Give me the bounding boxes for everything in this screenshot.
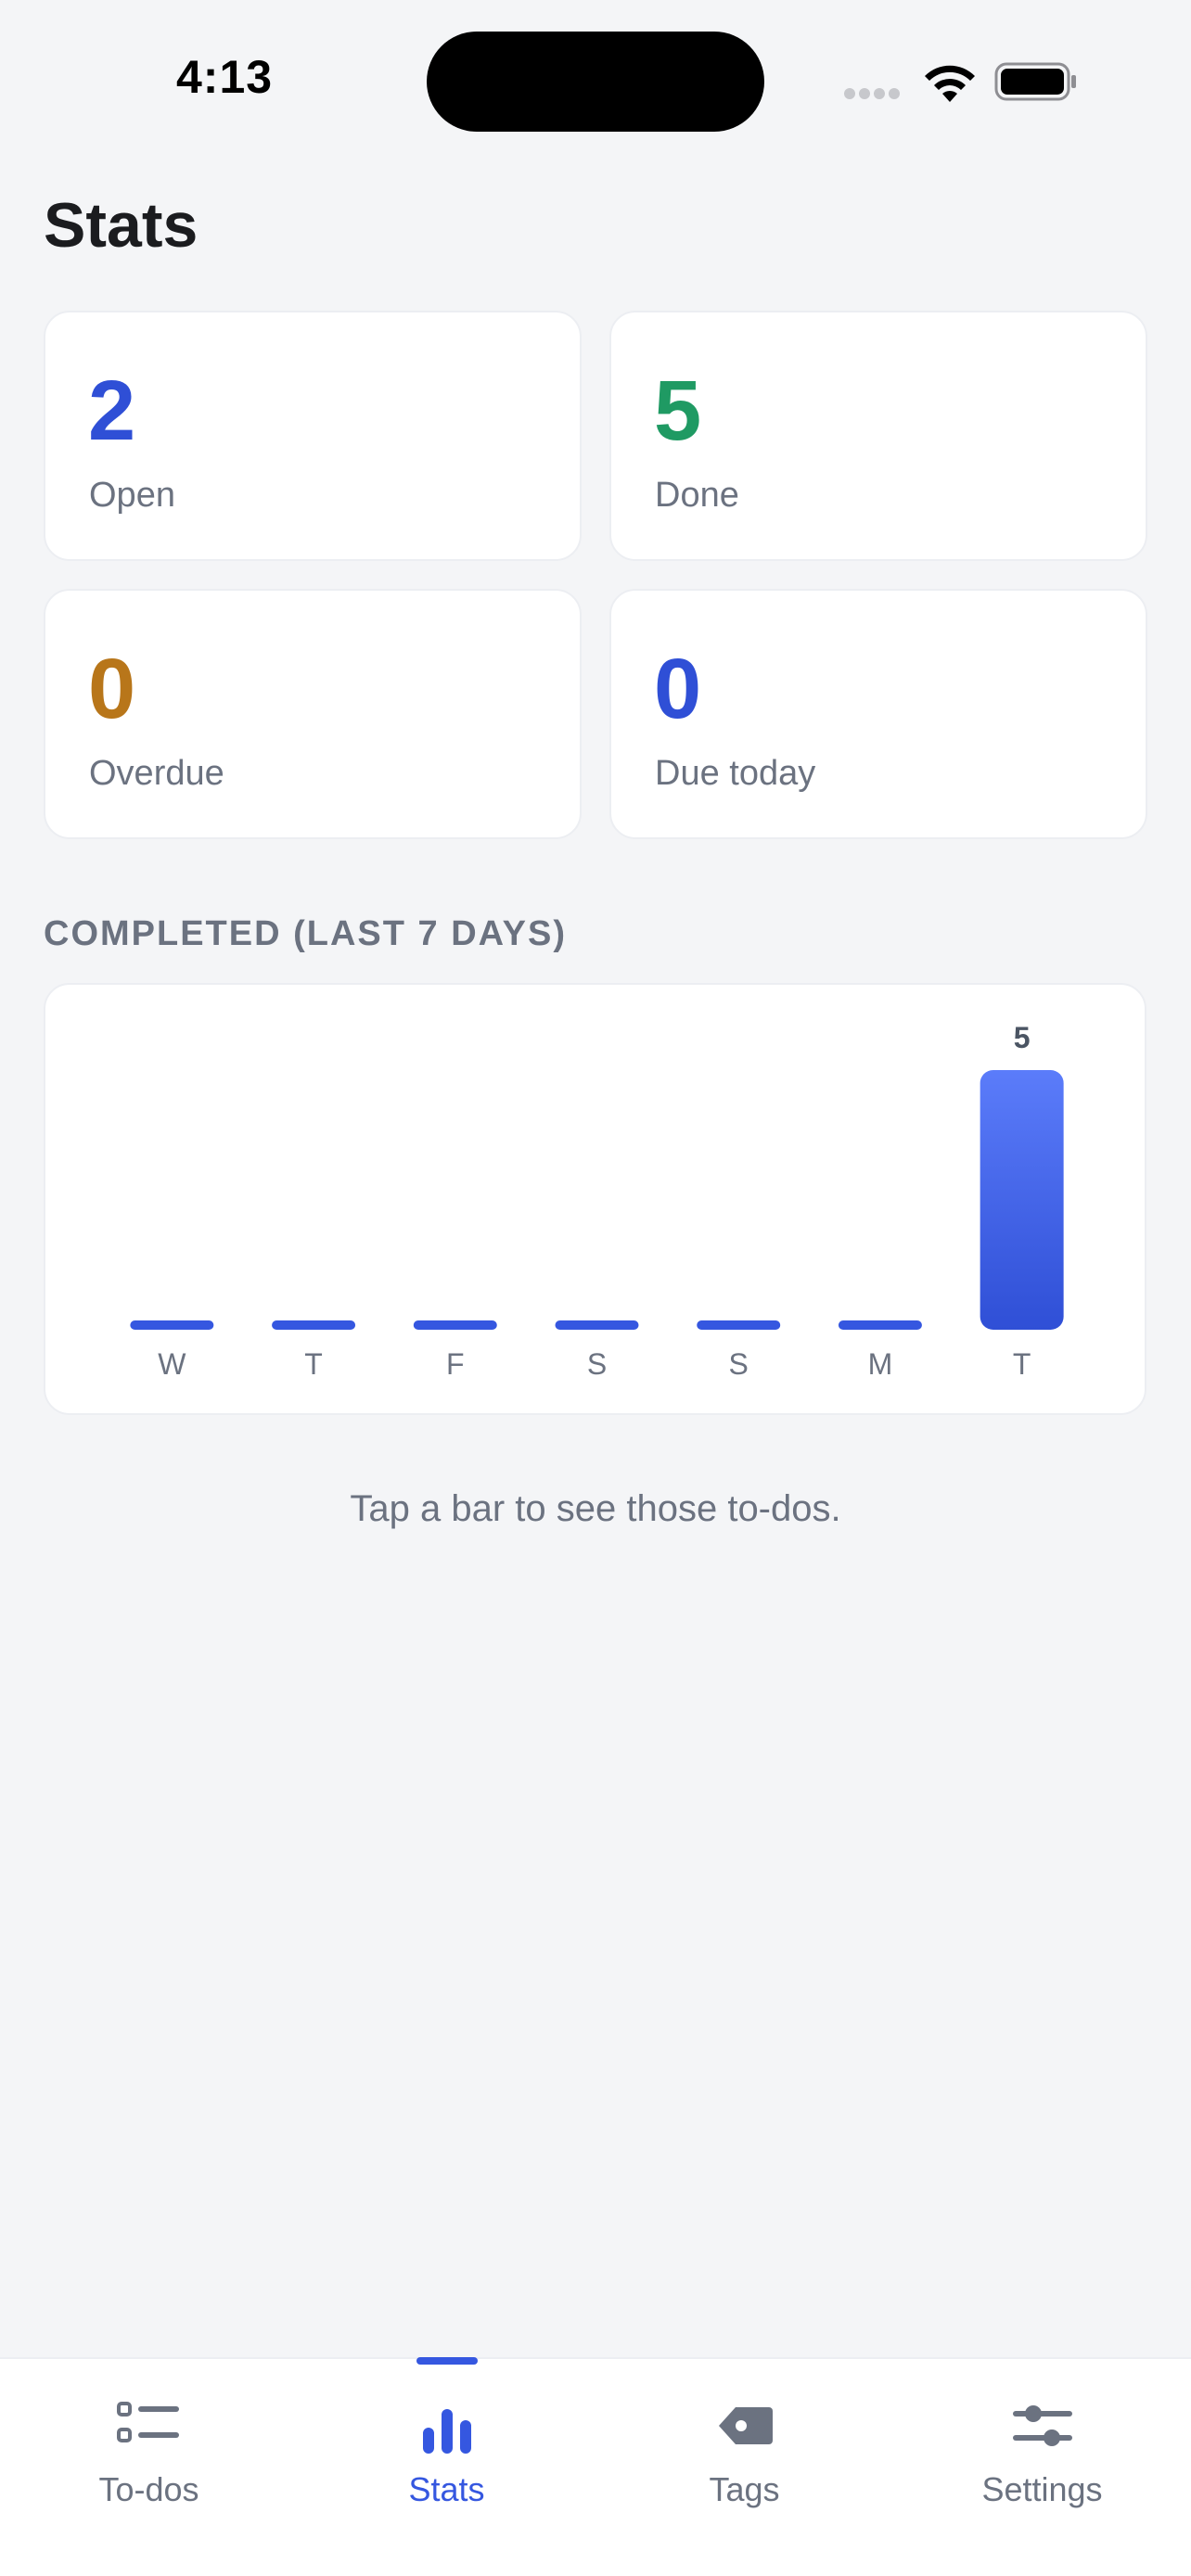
tab-label: Settings xyxy=(981,2470,1103,2508)
active-tab-indicator xyxy=(416,2357,478,2365)
status-bar: 4:13 xyxy=(0,0,1191,158)
status-time: 4:13 xyxy=(176,51,274,103)
tab-stats[interactable]: Stats xyxy=(298,2357,596,2576)
x-tick-label: T xyxy=(304,1347,323,1381)
sliders-icon xyxy=(1013,2405,1072,2446)
tab-label: Stats xyxy=(408,2470,485,2508)
chart-bar[interactable] xyxy=(413,1320,497,1330)
tag-icon xyxy=(719,2407,773,2444)
stat-label: Done xyxy=(655,476,739,515)
section-title: COMPLETED (LAST 7 DAYS) xyxy=(44,914,567,953)
tab-label: Tags xyxy=(709,2470,780,2508)
tab-settings[interactable]: Settings xyxy=(893,2359,1191,2576)
stat-card-done[interactable]: 5 Done xyxy=(609,311,1147,561)
stat-card-overdue[interactable]: 0 Overdue xyxy=(44,589,582,839)
completed-chart: W T F S S M T 5 xyxy=(44,983,1146,1415)
bar-chart: W T F S S M T 5 xyxy=(130,1021,1064,1381)
stat-card-due-today[interactable]: 0 Due today xyxy=(609,589,1147,839)
stat-value: 5 xyxy=(654,363,702,458)
stat-card-open[interactable]: 2 Open xyxy=(44,311,582,561)
dynamic-island xyxy=(427,32,764,132)
stat-value: 2 xyxy=(88,363,136,458)
tab-label: To-dos xyxy=(98,2470,199,2508)
x-tick-label: S xyxy=(729,1347,749,1381)
x-tick-label: F xyxy=(446,1347,465,1381)
x-tick-label: W xyxy=(158,1347,186,1381)
bar-chart-icon xyxy=(423,2409,471,2454)
tab-todos[interactable]: To-dos xyxy=(0,2359,298,2576)
tab-tags[interactable]: Tags xyxy=(596,2359,893,2576)
wifi-icon xyxy=(925,65,975,102)
data-label: 5 xyxy=(1014,1021,1031,1054)
stat-value: 0 xyxy=(654,642,702,736)
battery-icon xyxy=(994,62,1076,101)
chart-bar[interactable] xyxy=(980,1070,1064,1330)
chart-bar[interactable] xyxy=(697,1320,781,1330)
tab-bar: To-dos Stats Tags Settings xyxy=(0,2357,1191,2576)
stats-screen: 4:13 Stats 2 Open 5 Done 0 Overdue 0 Due… xyxy=(0,0,1191,2576)
page-title: Stats xyxy=(44,190,198,261)
stat-label: Open xyxy=(89,476,175,515)
chart-bar[interactable] xyxy=(272,1320,356,1330)
chart-bar[interactable] xyxy=(555,1320,639,1330)
stat-value: 0 xyxy=(88,642,136,736)
list-icon xyxy=(117,2402,179,2442)
chart-bar[interactable] xyxy=(838,1320,922,1330)
cellular-signal-icon xyxy=(844,87,905,100)
hint-text: Tap a bar to see those to-dos. xyxy=(350,1488,841,1529)
chart-bar[interactable] xyxy=(130,1320,214,1330)
x-tick-label: M xyxy=(868,1347,893,1381)
x-tick-label: S xyxy=(587,1347,607,1381)
x-tick-label: T xyxy=(1013,1347,1031,1381)
stat-label: Overdue xyxy=(89,754,224,793)
stat-label: Due today xyxy=(655,754,816,793)
